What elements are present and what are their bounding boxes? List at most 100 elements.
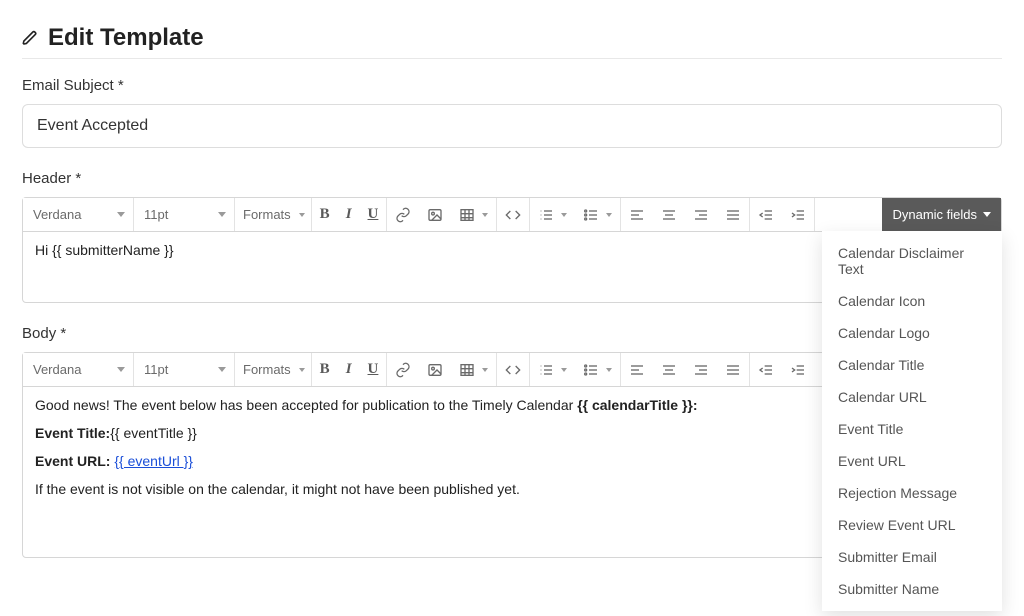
table-icon	[459, 362, 475, 378]
link-icon	[395, 207, 411, 223]
divider	[22, 58, 1002, 59]
event-title-label: Event Title:	[35, 425, 110, 441]
outdent-icon	[758, 362, 774, 378]
header-toolbar: Verdana 11pt Formats B I U	[23, 198, 1001, 232]
page-title-text: Edit Template	[48, 24, 204, 52]
dynamic-field-item[interactable]: Calendar Logo	[822, 317, 1002, 349]
body-intro-bold: {{ calendarTitle }}:	[577, 397, 697, 413]
dynamic-field-item[interactable]: Submitter Email	[822, 541, 1002, 573]
email-subject-input[interactable]	[22, 104, 1002, 148]
align-right-button[interactable]	[685, 198, 717, 231]
caret-icon	[983, 212, 991, 217]
event-url-link[interactable]: {{ eventUrl }}	[114, 453, 193, 469]
email-subject-block: Email Subject *	[22, 77, 1002, 148]
italic-button[interactable]: I	[338, 198, 360, 231]
align-left-icon	[629, 207, 645, 223]
pencil-icon	[22, 30, 38, 46]
font-family-label: Verdana	[33, 207, 81, 222]
font-family-select[interactable]: Verdana	[23, 198, 133, 231]
caret-icon	[218, 367, 226, 372]
align-left-button[interactable]	[621, 198, 653, 231]
image-button[interactable]	[419, 198, 451, 231]
caret-icon	[606, 368, 612, 372]
caret-icon	[606, 213, 612, 217]
header-block: Header * Verdana 11pt Formats	[22, 170, 1002, 303]
outdent-icon	[758, 207, 774, 223]
ul-icon	[583, 362, 599, 378]
code-button[interactable]	[497, 353, 529, 386]
event-title-value: {{ eventTitle }}	[110, 425, 197, 441]
outdent-button[interactable]	[750, 353, 782, 386]
font-size-select[interactable]: 11pt	[134, 353, 234, 386]
indent-icon	[790, 362, 806, 378]
table-icon	[459, 207, 475, 223]
underline-icon: U	[368, 206, 379, 223]
code-button[interactable]	[497, 198, 529, 231]
bullet-list-button[interactable]	[575, 353, 620, 386]
align-justify-icon	[725, 207, 741, 223]
underline-button[interactable]: U	[360, 198, 387, 231]
dynamic-field-item[interactable]: Event Title	[822, 413, 1002, 445]
italic-button[interactable]: I	[338, 353, 360, 386]
font-size-select[interactable]: 11pt	[134, 198, 234, 231]
align-left-icon	[629, 362, 645, 378]
event-url-label: Event URL:	[35, 453, 110, 469]
page-title: Edit Template	[22, 24, 1002, 52]
formats-label: Formats	[243, 207, 291, 222]
caret-icon	[117, 367, 125, 372]
indent-button[interactable]	[782, 198, 814, 231]
align-right-button[interactable]	[685, 353, 717, 386]
bold-button[interactable]: B	[312, 353, 338, 386]
align-center-button[interactable]	[653, 353, 685, 386]
font-size-label: 11pt	[144, 207, 168, 222]
numbered-list-button[interactable]	[530, 353, 575, 386]
formats-select[interactable]: Formats	[235, 198, 311, 231]
align-justify-icon	[725, 362, 741, 378]
numbered-list-button[interactable]	[530, 198, 575, 231]
link-button[interactable]	[387, 353, 419, 386]
font-family-select[interactable]: Verdana	[23, 353, 133, 386]
ol-icon	[538, 207, 554, 223]
dynamic-field-item[interactable]: Rejection Message	[822, 477, 1002, 509]
underline-icon: U	[368, 361, 379, 378]
caret-icon	[117, 212, 125, 217]
link-button[interactable]	[387, 198, 419, 231]
dynamic-field-item[interactable]: Event URL	[822, 445, 1002, 477]
code-icon	[505, 362, 521, 378]
dynamic-field-item[interactable]: Calendar Disclaimer Text	[822, 237, 1002, 285]
outdent-button[interactable]	[750, 198, 782, 231]
align-center-button[interactable]	[653, 198, 685, 231]
align-justify-button[interactable]	[717, 198, 749, 231]
bold-icon: B	[320, 206, 330, 223]
caret-icon	[561, 213, 567, 217]
bold-button[interactable]: B	[312, 198, 338, 231]
email-subject-label: Email Subject *	[22, 77, 1002, 94]
image-button[interactable]	[419, 353, 451, 386]
header-label: Header *	[22, 170, 1002, 187]
dynamic-field-item[interactable]: Submitter Name	[822, 573, 1002, 605]
font-size-label: 11pt	[144, 362, 168, 377]
code-icon	[505, 207, 521, 223]
header-editor-wrap: Verdana 11pt Formats B I U	[22, 197, 1002, 303]
dynamic-field-item[interactable]: Review Event URL	[822, 509, 1002, 541]
caret-icon	[218, 212, 226, 217]
caret-icon	[299, 213, 305, 217]
align-justify-button[interactable]	[717, 353, 749, 386]
align-center-icon	[661, 207, 677, 223]
underline-button[interactable]: U	[360, 353, 387, 386]
dynamic-fields-button[interactable]: Dynamic fields	[882, 198, 1001, 231]
table-button[interactable]	[451, 353, 496, 386]
image-icon	[427, 207, 443, 223]
dynamic-field-item[interactable]: Calendar Title	[822, 349, 1002, 381]
ul-icon	[583, 207, 599, 223]
formats-select[interactable]: Formats	[235, 353, 311, 386]
table-button[interactable]	[451, 198, 496, 231]
ol-icon	[538, 362, 554, 378]
bullet-list-button[interactable]	[575, 198, 620, 231]
dynamic-field-item[interactable]: Calendar URL	[822, 381, 1002, 413]
align-left-button[interactable]	[621, 353, 653, 386]
dynamic-field-item[interactable]: Calendar Icon	[822, 285, 1002, 317]
indent-button[interactable]	[782, 353, 814, 386]
link-icon	[395, 362, 411, 378]
image-icon	[427, 362, 443, 378]
